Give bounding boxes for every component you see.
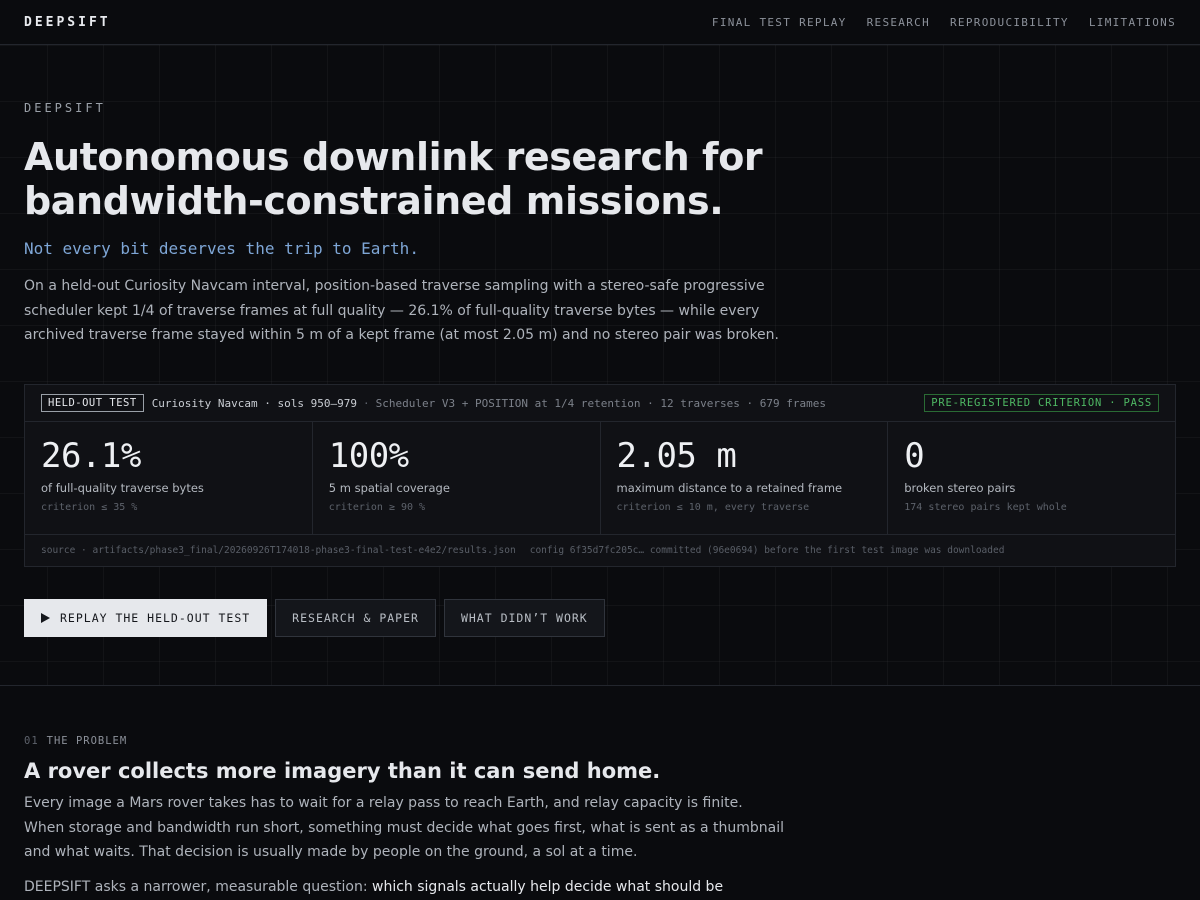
- nav-link-limitations[interactable]: LIMITATIONS: [1089, 16, 1176, 29]
- metric-label: broken stereo pairs: [904, 481, 1016, 495]
- nav-link-reproducibility[interactable]: REPRODUCIBILITY: [950, 16, 1069, 29]
- hero-title-line-2: bandwidth-constrained missions.: [24, 179, 724, 223]
- what-didnt-work-button[interactable]: WHAT DIDN’T WORK: [443, 599, 605, 637]
- hero: DEEPSIFT Autonomous downlink research fo…: [24, 101, 1176, 348]
- metric-value: 2.05 m: [616, 436, 737, 476]
- replay-test-button[interactable]: REPLAY THE HELD-OUT TEST: [24, 599, 268, 637]
- top-nav: DEEPSIFT FINAL TEST REPLAY RESEARCH REPR…: [0, 0, 1200, 45]
- section-question: DEEPSIFT asks a narrower, measurable que…: [24, 875, 784, 900]
- replay-test-label: REPLAY THE HELD-OUT TEST: [60, 611, 251, 625]
- results-header: HELD-OUT TEST Curiosity Navcam · sols 95…: [25, 385, 1175, 422]
- question-highlight: which signals actually help decide what …: [372, 878, 724, 895]
- dataset-label: Curiosity Navcam · sols 950–979: [151, 396, 357, 410]
- metric-coverage: 100% 5 m spatial coverage criterion ≥ 90…: [313, 422, 601, 534]
- metric-criterion: criterion ≥ 90 %: [328, 502, 426, 513]
- metric-criterion: criterion ≤ 35 %: [41, 502, 138, 513]
- brand-logo[interactable]: DEEPSIFT: [24, 15, 111, 30]
- section-eyebrow: 01 THE PROBLEM: [24, 735, 784, 747]
- nav-link-research[interactable]: RESEARCH: [867, 16, 930, 29]
- research-paper-button[interactable]: RESEARCH & PAPER: [275, 599, 436, 637]
- section-paragraph: Every image a Mars rover takes has to wa…: [24, 795, 784, 860]
- hero-tagline: Not every bit deserves the trip to Earth…: [24, 239, 419, 258]
- nav-link-final-test-replay[interactable]: FINAL TEST REPLAY: [712, 16, 847, 29]
- section-label: THE PROBLEM: [46, 735, 128, 747]
- section-number: 01: [24, 735, 39, 747]
- question-lead: DEEPSIFT asks a narrower, measurable que…: [24, 878, 373, 895]
- cta-buttons: REPLAY THE HELD-OUT TEST RESEARCH & PAPE…: [24, 599, 605, 637]
- header-separator: ·: [363, 396, 370, 410]
- metric-label: 5 m spatial coverage: [328, 481, 450, 495]
- metric-value: 26.1%: [41, 436, 141, 476]
- metric-value: 0: [904, 436, 925, 476]
- section-title: A rover collects more imagery than it ca…: [24, 759, 661, 783]
- metric-bytes: 26.1% of full-quality traverse bytes cri…: [25, 422, 313, 534]
- source-path[interactable]: source · artifacts/phase3_final/20260926…: [41, 545, 516, 556]
- run-details: Scheduler V3 + POSITION at 1/4 retention…: [375, 396, 826, 410]
- hero-eyebrow: DEEPSIFT: [24, 101, 106, 115]
- metric-label: of full-quality traverse bytes: [41, 481, 204, 495]
- hero-title: Autonomous downlink research for bandwid…: [24, 135, 1176, 223]
- results-panel: HELD-OUT TEST Curiosity Navcam · sols 95…: [24, 384, 1176, 567]
- hero-lede: On a held-out Curiosity Navcam interval,…: [24, 278, 779, 343]
- results-footer: source · artifacts/phase3_final/20260926…: [25, 535, 1175, 566]
- metric-value: 100%: [328, 436, 409, 476]
- nav-links: FINAL TEST REPLAY RESEARCH REPRODUCIBILI…: [712, 16, 1176, 29]
- metric-stereo-pairs: 0 broken stereo pairs 174 stereo pairs k…: [888, 422, 1175, 534]
- metric-label: maximum distance to a retained frame: [616, 481, 843, 495]
- metrics-row: 26.1% of full-quality traverse bytes cri…: [25, 422, 1175, 535]
- config-note: config 6f35d7fc205c… committed (96e0694)…: [529, 545, 1005, 556]
- play-icon: [41, 613, 50, 623]
- problem-section: 01 THE PROBLEM A rover collects more imag…: [24, 735, 784, 899]
- metric-criterion: 174 stereo pairs kept whole: [904, 502, 1067, 513]
- metric-criterion: criterion ≤ 10 m, every traverse: [616, 502, 810, 513]
- hero-title-line-1: Autonomous downlink research for: [24, 135, 763, 179]
- section-divider: [0, 685, 1200, 686]
- metric-max-distance: 2.05 m maximum distance to a retained fr…: [601, 422, 889, 534]
- held-out-test-badge: HELD-OUT TEST: [41, 394, 144, 412]
- criterion-pass-badge: PRE-REGISTERED CRITERION · PASS: [924, 394, 1159, 412]
